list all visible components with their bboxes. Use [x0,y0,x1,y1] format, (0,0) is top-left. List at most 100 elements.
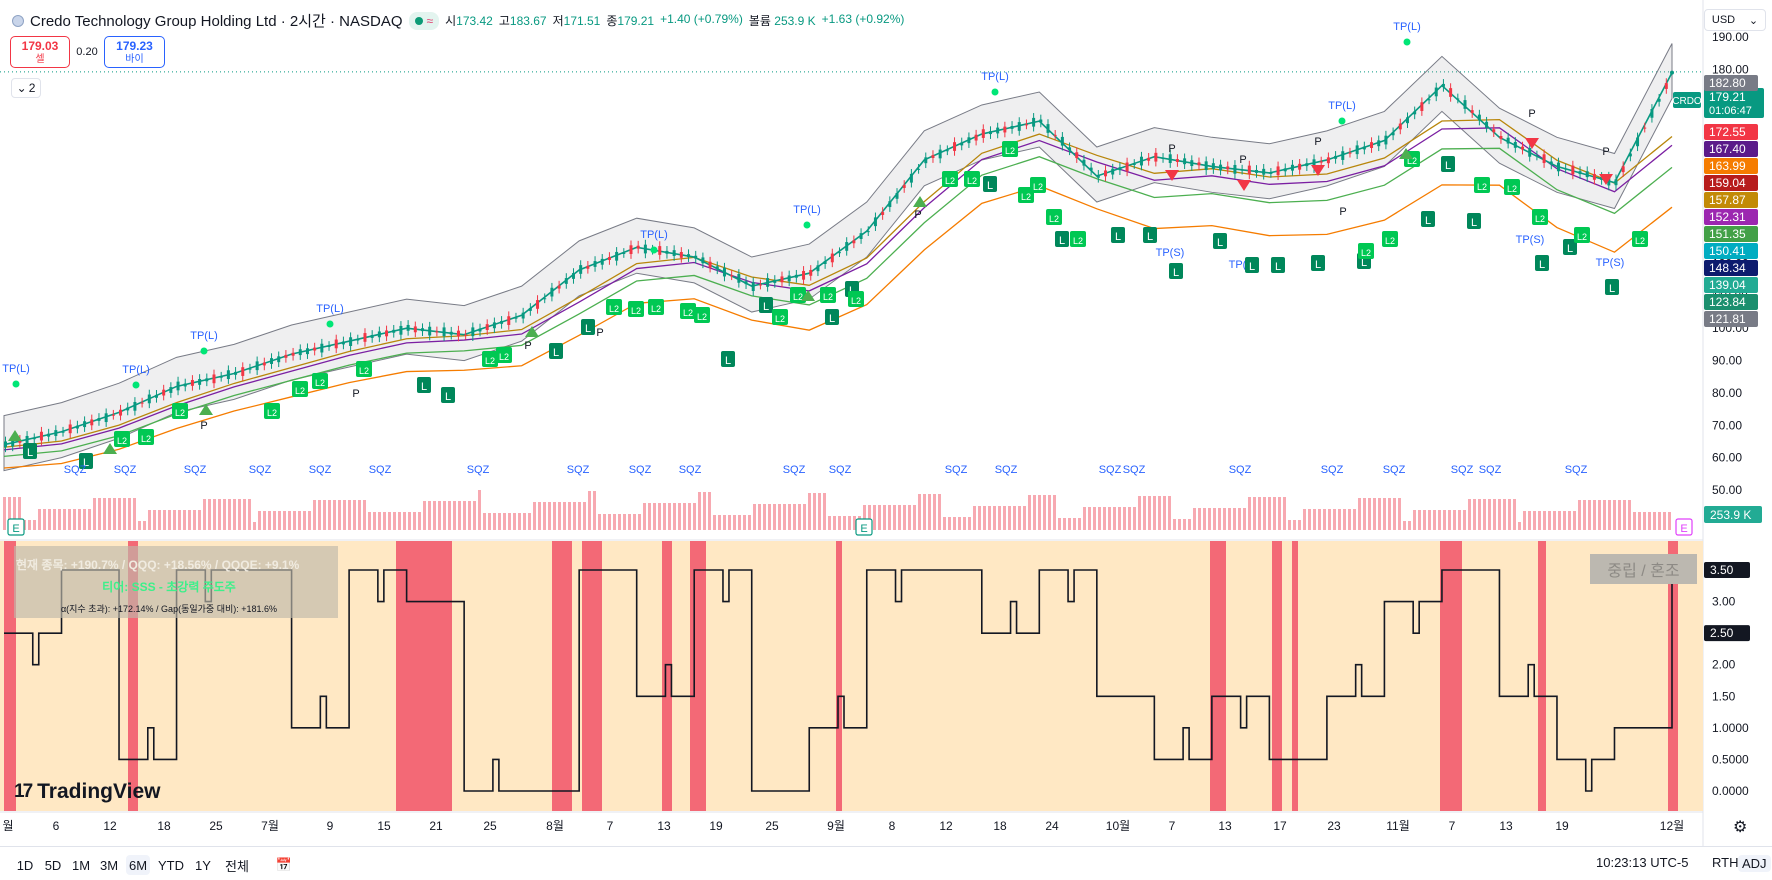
volume-bar [993,506,996,530]
long-signal-text: L [763,301,769,313]
candle-body [1269,172,1273,174]
candle-body [111,414,115,416]
volume-bar [208,499,211,530]
candle-body [514,317,518,319]
volume-bar [1053,495,1056,530]
candle-body [974,134,978,141]
candle-body [1636,137,1640,147]
candle-body [1168,154,1172,164]
volume-bar [968,517,971,530]
volume-bar [1418,510,1421,530]
candle-body [550,287,554,297]
candle-body [32,438,36,440]
candle-body [162,389,166,396]
volume-bar [203,499,206,530]
timeframe-button[interactable]: 1D [14,855,36,875]
long-signal-text: L [1445,160,1451,172]
timeframe-button[interactable]: 3M [98,855,120,875]
volume-bar [1193,508,1196,530]
long-signal-text: L [829,313,835,325]
candle-body [1089,167,1093,171]
volume-bar [773,504,776,530]
squeeze-label: SQZ [114,464,137,476]
volume-bar [508,513,511,530]
candle-body [579,265,583,274]
volume-bar [248,499,251,530]
market-status-badge[interactable]: ≈ [408,11,440,30]
date-range-icon[interactable]: 📅 [272,855,296,875]
candle-body [751,282,755,292]
volume-bar [48,509,51,530]
volume-bar [383,512,386,530]
timeframe-button[interactable]: 전체 [222,855,252,875]
candle-body [629,245,633,255]
volume-bar [1178,519,1181,530]
volume-bar [1333,509,1336,530]
volume-bar [1608,500,1611,530]
sell-button[interactable]: 179.03 셀 [10,36,70,68]
volume-bar [1308,509,1311,530]
timeframe-button[interactable]: 6M [126,855,150,875]
tradingview-logo[interactable]: 17 TradingView [14,780,160,804]
volume-bar [883,505,886,530]
tp-long-label: TP(L) [793,204,821,216]
volume-bar [1228,508,1231,530]
volume-bar [1408,521,1411,530]
volume-bar [78,509,81,530]
adjust-toggle[interactable]: ADJ [1738,855,1771,872]
gear-icon[interactable]: ⚙ [1733,817,1747,837]
long-signal-text: L [1059,235,1065,247]
indicator-collapse-button[interactable]: ⌄ 2 [11,78,41,98]
candle-body [715,266,719,270]
volume-bar [1403,521,1406,530]
timeframe-button[interactable]: 1Y [192,855,214,875]
timeframe-button[interactable]: YTD [156,855,186,875]
volume-bar [593,491,596,530]
volume-bar [1208,508,1211,530]
volume-bar [1633,512,1636,530]
long-signal-text: L [1315,259,1321,271]
long2-signal-text: L2 [1577,232,1587,242]
volume-bar [298,511,301,530]
candle-body [298,349,302,356]
volume-bar [1393,498,1396,530]
volume-bar [748,515,751,530]
timeframe-button[interactable]: 5D [42,855,64,875]
volume-bar [348,500,351,530]
data-delay-icon: ≈ [426,13,434,28]
volume-bar [1563,511,1566,530]
volume-bar [1108,507,1111,530]
candle-body [528,307,532,311]
indicator-tick-label: 0.5000 [1712,752,1749,766]
buy-button[interactable]: 179.23 바이 [104,36,165,68]
volume-bar [98,498,101,530]
symbol-title[interactable]: Credo Technology Group Holding Ltd · 2시간… [30,10,403,31]
candle-body [902,185,906,188]
volume-bar [408,512,411,530]
candle-body [773,280,777,283]
clock-display[interactable]: 10:23:13 UTC-5 [1596,855,1689,870]
currency-selector[interactable]: USD ⌄ [1704,9,1766,31]
volume-bar [443,501,446,530]
volume-bar [1518,522,1521,530]
volume-bar [158,510,161,530]
candle-body [643,244,647,254]
low-label: 저 [552,14,564,28]
tp-short-label: TP(S) [1516,234,1545,246]
candle-body [600,258,604,265]
time-axis-label: 19 [709,819,723,833]
volume-bar [1073,518,1076,530]
volume-bar [288,511,291,530]
timeframe-button[interactable]: 1M [70,855,92,875]
price-series-point [1670,70,1674,75]
tp-long-dot [326,320,334,328]
volume-bar [703,492,706,530]
candle-body [1441,83,1445,87]
session-toggle[interactable]: RTH [1712,855,1738,870]
trade-panel: 179.03 셀 0.20 179.23 바이 [10,36,165,68]
chart-canvas[interactable]: TP(L) TP(L) TP(L) TP(L) TP(L) TP(L) TP(L) TP(L)… [0,0,1772,846]
volume-bar [1068,518,1071,530]
candle-body [1657,98,1661,102]
candle-body [924,157,928,164]
volume-bar [488,513,491,530]
